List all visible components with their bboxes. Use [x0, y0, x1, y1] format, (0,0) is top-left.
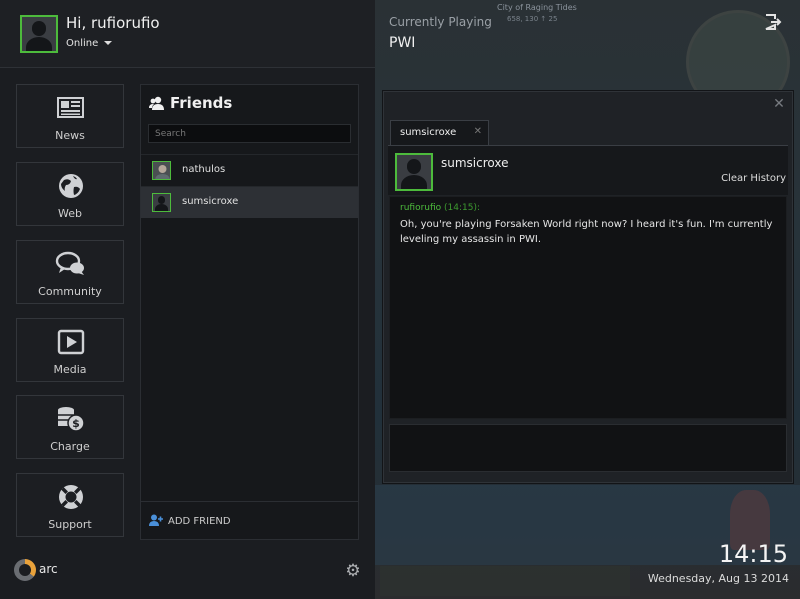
- nav-label: News: [55, 129, 85, 142]
- chat-window: ✕ sumsicroxe ✕ sumsicroxe Clear History …: [383, 91, 793, 483]
- nav-web-button[interactable]: Web: [16, 162, 124, 226]
- friends-panel: Friends nathulos sumsicroxe ADD F: [140, 84, 359, 540]
- gear-icon[interactable]: ⚙: [344, 562, 362, 580]
- nav-media-button[interactable]: Media: [16, 318, 124, 382]
- friend-name: sumsicroxe: [182, 196, 239, 207]
- game-coords-text: 658, 130 ↑ 25: [507, 15, 558, 23]
- greeting: Hi, rufiorufio: [66, 14, 160, 32]
- user-avatar[interactable]: [20, 15, 58, 53]
- currently-playing-label: Currently Playing: [389, 15, 492, 29]
- nav-label: Media: [53, 363, 87, 376]
- add-friend-label: ADD FRIEND: [168, 516, 231, 527]
- clock-time: 14:15: [718, 540, 788, 568]
- user-bar: Hi, rufiorufio Online: [0, 0, 375, 68]
- logo-text: arc: [39, 562, 58, 576]
- nav-support-button[interactable]: Support: [16, 473, 124, 537]
- friend-list: nathulos sumsicroxe: [141, 154, 358, 218]
- tab-close-icon[interactable]: ✕: [474, 126, 482, 137]
- friend-search-input[interactable]: [148, 124, 351, 143]
- lifebuoy-icon: [59, 485, 83, 509]
- arc-logo: arc: [14, 559, 66, 581]
- nav-label: Web: [58, 207, 82, 220]
- chat-bubbles-icon: [55, 251, 84, 275]
- nav-label: Support: [48, 518, 92, 531]
- chat-input[interactable]: [389, 424, 787, 472]
- exit-icon[interactable]: [764, 13, 782, 31]
- friend-avatar: [152, 193, 171, 212]
- sidebar: Hi, rufiorufio Online News Web Community: [0, 0, 375, 599]
- chat-tab[interactable]: sumsicroxe ✕: [390, 120, 489, 145]
- newspaper-icon: [57, 97, 84, 118]
- friends-icon: [149, 96, 164, 110]
- add-user-icon: [149, 514, 163, 526]
- globe-icon: [59, 174, 83, 198]
- chat-tab-label: sumsicroxe: [400, 127, 457, 138]
- friend-row-sumsicroxe[interactable]: sumsicroxe: [141, 186, 358, 218]
- chevron-down-icon: [104, 41, 113, 45]
- contact-avatar: [395, 153, 433, 191]
- message-time: (14:15):: [444, 203, 481, 213]
- friend-avatar: [152, 161, 171, 180]
- svg-text:$: $: [72, 417, 80, 430]
- chat-message: rufiorufio (14:15): Oh, you're playing F…: [400, 203, 776, 247]
- nav-community-button[interactable]: Community: [16, 240, 124, 304]
- nav-label: Community: [38, 285, 102, 298]
- clock-date: Wednesday, Aug 13 2014: [647, 572, 789, 585]
- status-dropdown[interactable]: Online: [66, 38, 113, 49]
- friends-title-text: Friends: [170, 94, 233, 112]
- play-icon: [57, 329, 85, 355]
- status-label: Online: [66, 38, 99, 49]
- nav-news-button[interactable]: News: [16, 84, 124, 148]
- friend-name: nathulos: [182, 164, 226, 175]
- chat-header: sumsicroxe Clear History: [388, 145, 788, 195]
- chat-log: rufiorufio (14:15): Oh, you're playing F…: [389, 196, 787, 419]
- message-text: Oh, you're playing Forsaken World right …: [400, 219, 773, 245]
- friends-title: Friends: [149, 94, 232, 112]
- message-author: rufiorufio: [400, 203, 442, 213]
- game-hotbar: [380, 566, 630, 596]
- close-icon[interactable]: ✕: [772, 97, 786, 111]
- clear-history-button[interactable]: Clear History: [721, 173, 786, 184]
- nav-label: Charge: [50, 440, 90, 453]
- add-friend-button[interactable]: ADD FRIEND: [141, 501, 358, 539]
- friend-row-nathulos[interactable]: nathulos: [141, 154, 358, 186]
- contact-name: sumsicroxe: [441, 156, 509, 170]
- game-title: PWI: [389, 35, 416, 51]
- game-location-text: City of Raging Tides: [497, 3, 577, 12]
- coins-icon: $: [58, 407, 85, 432]
- nav-charge-button[interactable]: $ Charge: [16, 395, 124, 459]
